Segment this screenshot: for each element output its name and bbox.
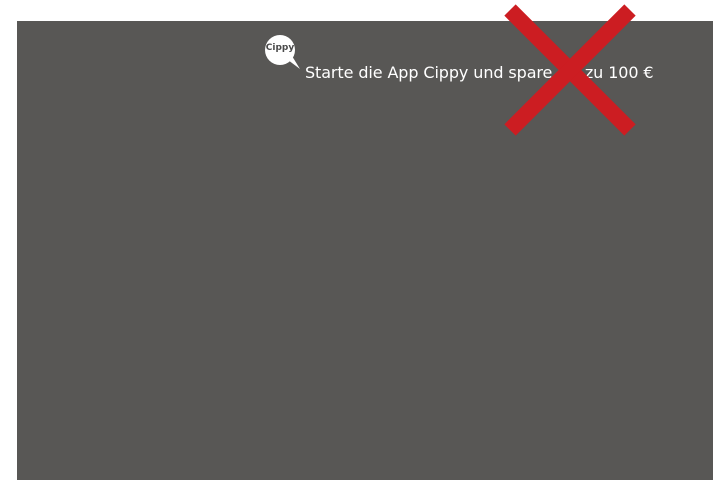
logo-label: Cippy — [265, 43, 295, 53]
close-x-icon[interactable] — [502, 2, 638, 138]
close-button[interactable] — [502, 2, 638, 138]
cippy-logo: Cippy — [262, 34, 302, 70]
page: Cippy Starte die App Cippy und spare bis… — [0, 0, 713, 480]
